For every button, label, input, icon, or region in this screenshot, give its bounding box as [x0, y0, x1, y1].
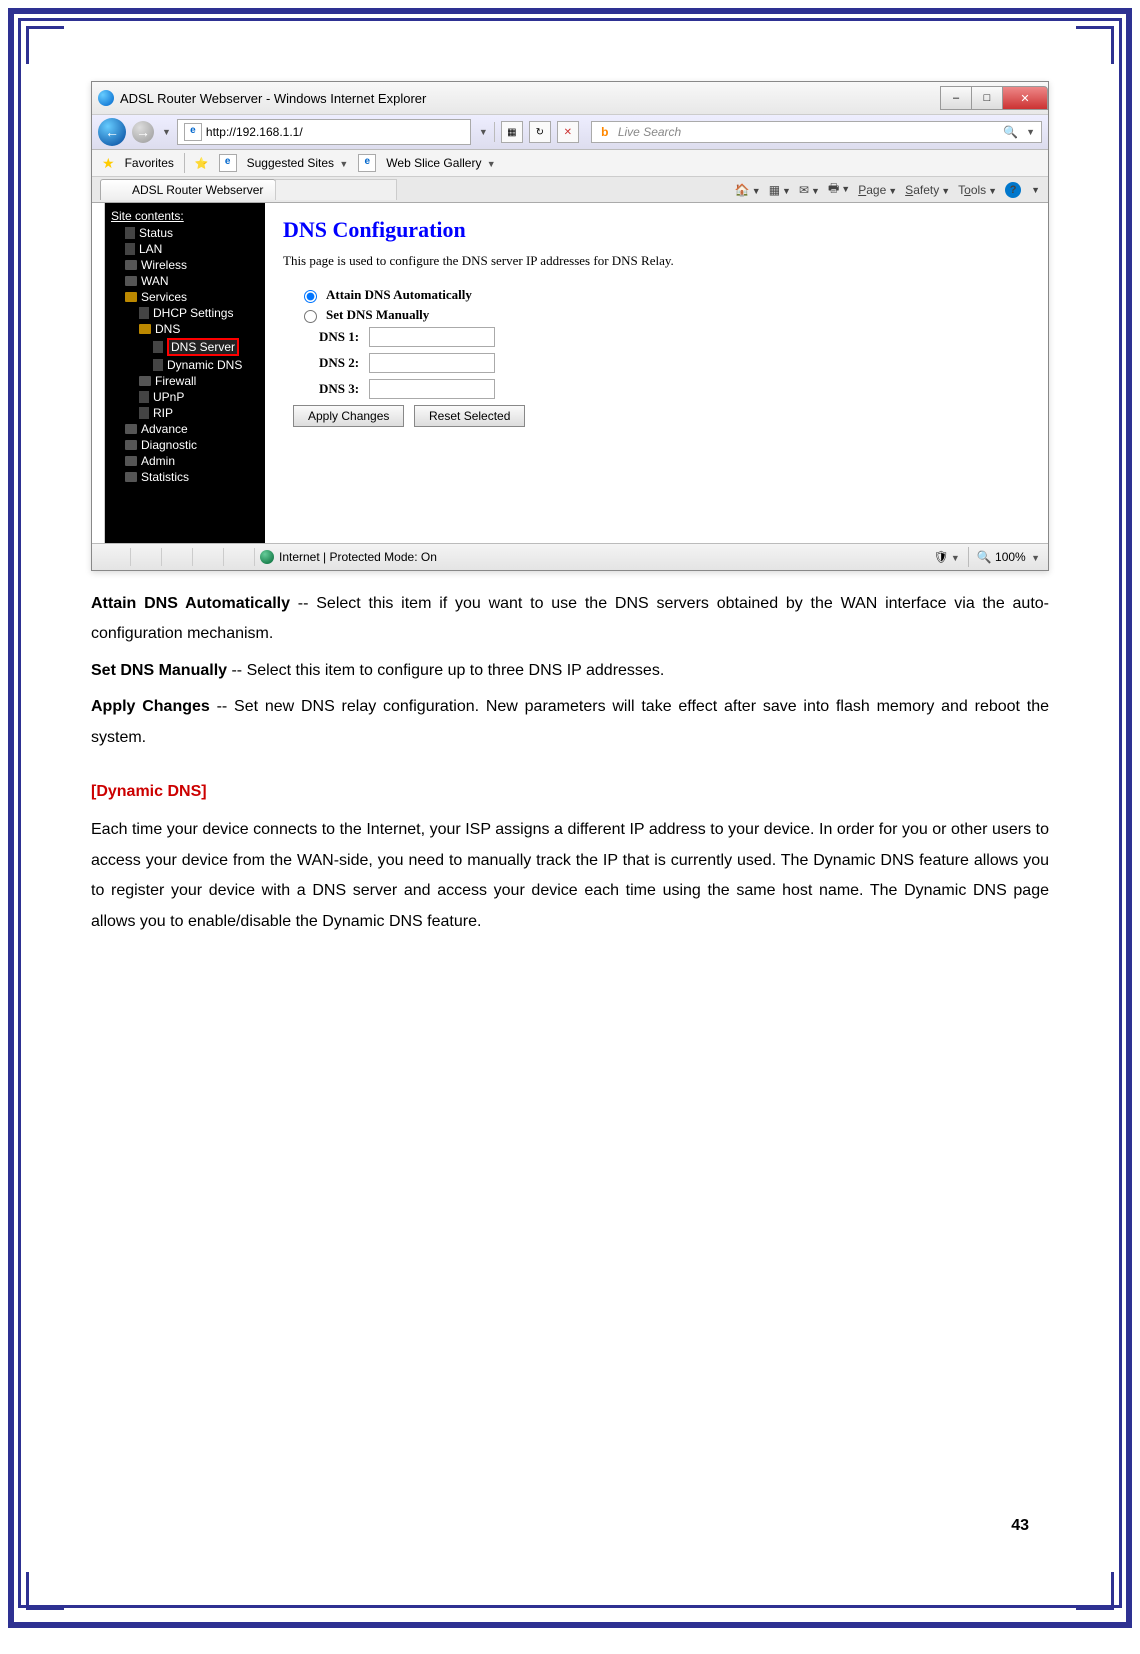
print-icon[interactable]: 🖶▼	[828, 179, 850, 200]
web-slice-icon: e	[358, 154, 376, 172]
dns1-input[interactable]	[369, 327, 495, 347]
term-attain: Attain DNS Automatically	[91, 595, 290, 612]
sidebar-item-diagnostic[interactable]: Diagnostic	[105, 437, 265, 453]
term-apply: Apply Changes	[91, 698, 210, 715]
page-number: 43	[1011, 1517, 1029, 1535]
web-slice[interactable]: Web Slice Gallery ▼	[386, 156, 495, 170]
sidebar-item-wan[interactable]: WAN	[105, 273, 265, 289]
favorites-label[interactable]: Favorites	[125, 156, 174, 170]
browser-window: ADSL Router Webserver - Windows Internet…	[91, 81, 1049, 571]
tab-active[interactable]: ADSL Router Webserver	[100, 179, 276, 200]
sidebar-item-admin[interactable]: Admin	[105, 453, 265, 469]
globe-icon	[260, 550, 274, 564]
favorites-bar: ★ Favorites ⭐ e Suggested Sites ▼ e Web …	[92, 150, 1048, 177]
dns2-input[interactable]	[369, 353, 495, 373]
tools-menu[interactable]: Tools▼	[958, 183, 997, 197]
sidebar-item-upnp[interactable]: UPnP	[105, 389, 265, 405]
desc-apply: -- Set new DNS relay configuration. New …	[91, 698, 1049, 745]
sidebar-item-statistics[interactable]: Statistics	[105, 469, 265, 485]
history-dropdown[interactable]: ▼	[162, 127, 171, 137]
safety-menu[interactable]: Safety▼	[905, 183, 950, 197]
search-icon[interactable]: 🔍	[1003, 125, 1018, 139]
sidebar-item-status[interactable]: Status	[105, 225, 265, 241]
close-button[interactable]: ✕	[1002, 86, 1048, 110]
sidebar-item-firewall[interactable]: Firewall	[105, 373, 265, 389]
zoom-level[interactable]: 🔍 100% ▼	[977, 550, 1040, 564]
refresh-button[interactable]: ↻	[529, 121, 551, 143]
dns3-input[interactable]	[369, 379, 495, 399]
sidebar-item-dns-server[interactable]: DNS Server	[105, 337, 265, 357]
radio-manual-input[interactable]	[304, 310, 317, 323]
home-icon[interactable]: 🏠▼	[735, 183, 761, 197]
forward-button[interactable]: →	[132, 121, 154, 143]
sidebar-item-lan[interactable]: LAN	[105, 241, 265, 257]
address-bar: ← → ▼ e http://192.168.1.1/ ▼ ▦ ↻ ✕ b Li…	[92, 115, 1048, 150]
section-dynamic-dns: [Dynamic DNS]	[91, 777, 1049, 807]
sidebar-item-services[interactable]: Services	[105, 289, 265, 305]
dns3-label: DNS 3:	[319, 381, 359, 397]
titlebar: ADSL Router Webserver - Windows Internet…	[92, 82, 1048, 115]
url-dropdown[interactable]: ▼	[479, 127, 488, 137]
radio-auto-input[interactable]	[304, 290, 317, 303]
minimize-button[interactable]: –	[940, 86, 972, 110]
favorites-star-icon[interactable]: ★	[102, 155, 115, 172]
mail-icon[interactable]: ✉▼	[799, 183, 820, 197]
dynamic-dns-desc: Each time your device connects to the In…	[91, 815, 1049, 937]
compatibility-icon[interactable]: ▦	[501, 121, 523, 143]
suggested-sites[interactable]: Suggested Sites ▼	[247, 156, 349, 170]
config-title: DNS Configuration	[283, 217, 1030, 243]
url-text: http://192.168.1.1/	[206, 125, 303, 139]
add-fav-icon[interactable]: ⭐	[195, 157, 209, 170]
sidebar-item-rip[interactable]: RIP	[105, 405, 265, 421]
sidebar-item-wireless[interactable]: Wireless	[105, 257, 265, 273]
help-icon[interactable]: ?	[1005, 182, 1021, 198]
config-desc: This page is used to configure the DNS s…	[283, 253, 1030, 269]
sidebar-item-dhcp[interactable]: DHCP Settings	[105, 305, 265, 321]
page-icon: e	[184, 123, 202, 141]
sidebar-item-advance[interactable]: Advance	[105, 421, 265, 437]
dns2-label: DNS 2:	[319, 355, 359, 371]
radio-set-manual[interactable]: Set DNS Manually	[299, 307, 1030, 323]
tab-icon	[113, 183, 127, 197]
window-title: ADSL Router Webserver - Windows Internet…	[120, 91, 426, 106]
status-bar: Internet | Protected Mode: On 🛡▼ 🔍 100% …	[92, 543, 1048, 570]
search-input[interactable]: b Live Search 🔍 ▼	[591, 121, 1042, 143]
search-dropdown[interactable]: ▼	[1026, 127, 1035, 137]
suggested-sites-icon: e	[219, 154, 237, 172]
feeds-icon[interactable]: ▦▼	[769, 183, 791, 197]
url-input[interactable]: e http://192.168.1.1/	[177, 119, 471, 145]
maximize-button[interactable]: □	[971, 86, 1003, 110]
stop-button[interactable]: ✕	[557, 121, 579, 143]
page-menu[interactable]: PPageage▼	[858, 183, 897, 197]
sidebar: Site contents: Status LAN Wireless WAN S…	[105, 203, 265, 543]
content-area: Site contents: Status LAN Wireless WAN S…	[92, 203, 1048, 543]
protected-mode-icon[interactable]: 🛡▼	[934, 550, 960, 564]
back-button[interactable]: ←	[98, 118, 126, 146]
radio-attain-auto[interactable]: Attain DNS Automatically	[299, 287, 1030, 303]
status-text: Internet | Protected Mode: On	[279, 550, 437, 564]
ie-icon	[98, 90, 114, 106]
tab-bar: ADSL Router Webserver 🏠▼ ▦▼ ✉▼ 🖶▼ PPagea…	[92, 177, 1048, 203]
sidebar-header: Site contents:	[105, 209, 265, 223]
sidebar-item-dynamic-dns[interactable]: Dynamic DNS	[105, 357, 265, 373]
desc-set-manual: -- Select this item to configure up to t…	[227, 662, 664, 679]
tab-title: ADSL Router Webserver	[132, 183, 263, 197]
reset-selected-button[interactable]: Reset Selected	[414, 405, 525, 427]
new-tab[interactable]	[275, 179, 397, 200]
apply-changes-button[interactable]: Apply Changes	[293, 405, 404, 427]
sidebar-item-dns[interactable]: DNS	[105, 321, 265, 337]
document-body: Attain DNS Automatically -- Select this …	[91, 589, 1049, 937]
config-panel: DNS Configuration This page is used to c…	[265, 203, 1048, 543]
bing-icon: b	[598, 125, 612, 139]
term-set-manual: Set DNS Manually	[91, 662, 227, 679]
dns1-label: DNS 1:	[319, 329, 359, 345]
search-placeholder: Live Search	[618, 125, 681, 139]
